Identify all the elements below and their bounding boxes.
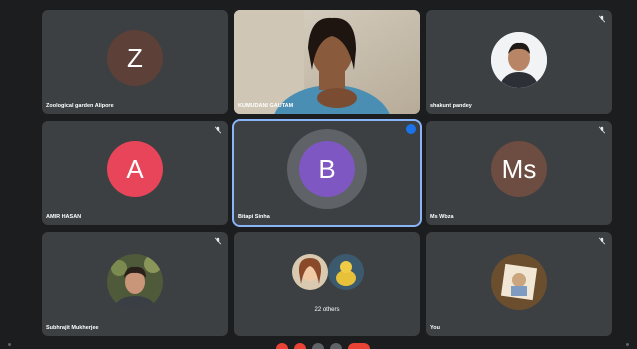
participant-tile[interactable]: Ms Ms Wbza [426, 121, 612, 225]
mic-off-icon [214, 126, 222, 134]
participant-name: You [430, 325, 440, 331]
participant-tile[interactable]: Subhrajit Mukherjee [42, 232, 228, 336]
participant-name: AMIR HASAN [46, 214, 82, 220]
avatar-photo [491, 254, 547, 310]
participant-tile-video[interactable]: KUMUDANI GAUTAM [234, 10, 420, 114]
speaking-indicator-icon [406, 124, 416, 134]
participant-name: KUMUDANI GAUTAM [238, 103, 294, 109]
mic-off-icon [214, 237, 222, 245]
mic-off-icon [598, 237, 606, 245]
participant-tile[interactable]: shakunt pandey [426, 10, 612, 114]
participant-name: Subhrajit Mukherjee [46, 325, 99, 331]
participant-name: Zoological garden Alipore [46, 103, 114, 109]
participant-tile-active[interactable]: B Bitapi Sinha [232, 119, 422, 227]
call-controls [276, 343, 370, 349]
others-avatar-1 [292, 254, 328, 290]
camera-button-icon[interactable] [294, 343, 306, 349]
others-tile[interactable]: 22 others [234, 232, 420, 336]
end-call-icon[interactable] [348, 343, 370, 349]
self-tile[interactable]: You [426, 232, 612, 336]
mic-button-icon[interactable] [276, 343, 288, 349]
captions-button-icon[interactable] [312, 343, 324, 349]
others-avatar-2 [328, 254, 364, 290]
avatar: A [107, 141, 163, 197]
participant-name: Ms Wbza [430, 214, 454, 220]
avatar: Ms [491, 141, 547, 197]
corner-indicator [626, 343, 629, 346]
participant-name: Bitapi Sinha [238, 214, 270, 220]
participant-name: shakunt pandey [430, 103, 472, 109]
avatar: B [299, 141, 355, 197]
more-options-icon[interactable] [330, 343, 342, 349]
avatar-photo [107, 254, 163, 310]
meeting-grid: Z Zoological garden Alipore KUMUDANI GAU… [0, 0, 637, 349]
avatar: Z [107, 30, 163, 86]
others-count: 22 others [314, 307, 340, 313]
mic-off-icon [598, 126, 606, 134]
participant-tile[interactable]: Z Zoological garden Alipore [42, 10, 228, 114]
corner-indicator [8, 343, 11, 346]
participant-tile[interactable]: A AMIR HASAN [42, 121, 228, 225]
participant-video [234, 10, 420, 114]
mic-off-icon [598, 15, 606, 23]
avatar-photo [491, 32, 547, 88]
